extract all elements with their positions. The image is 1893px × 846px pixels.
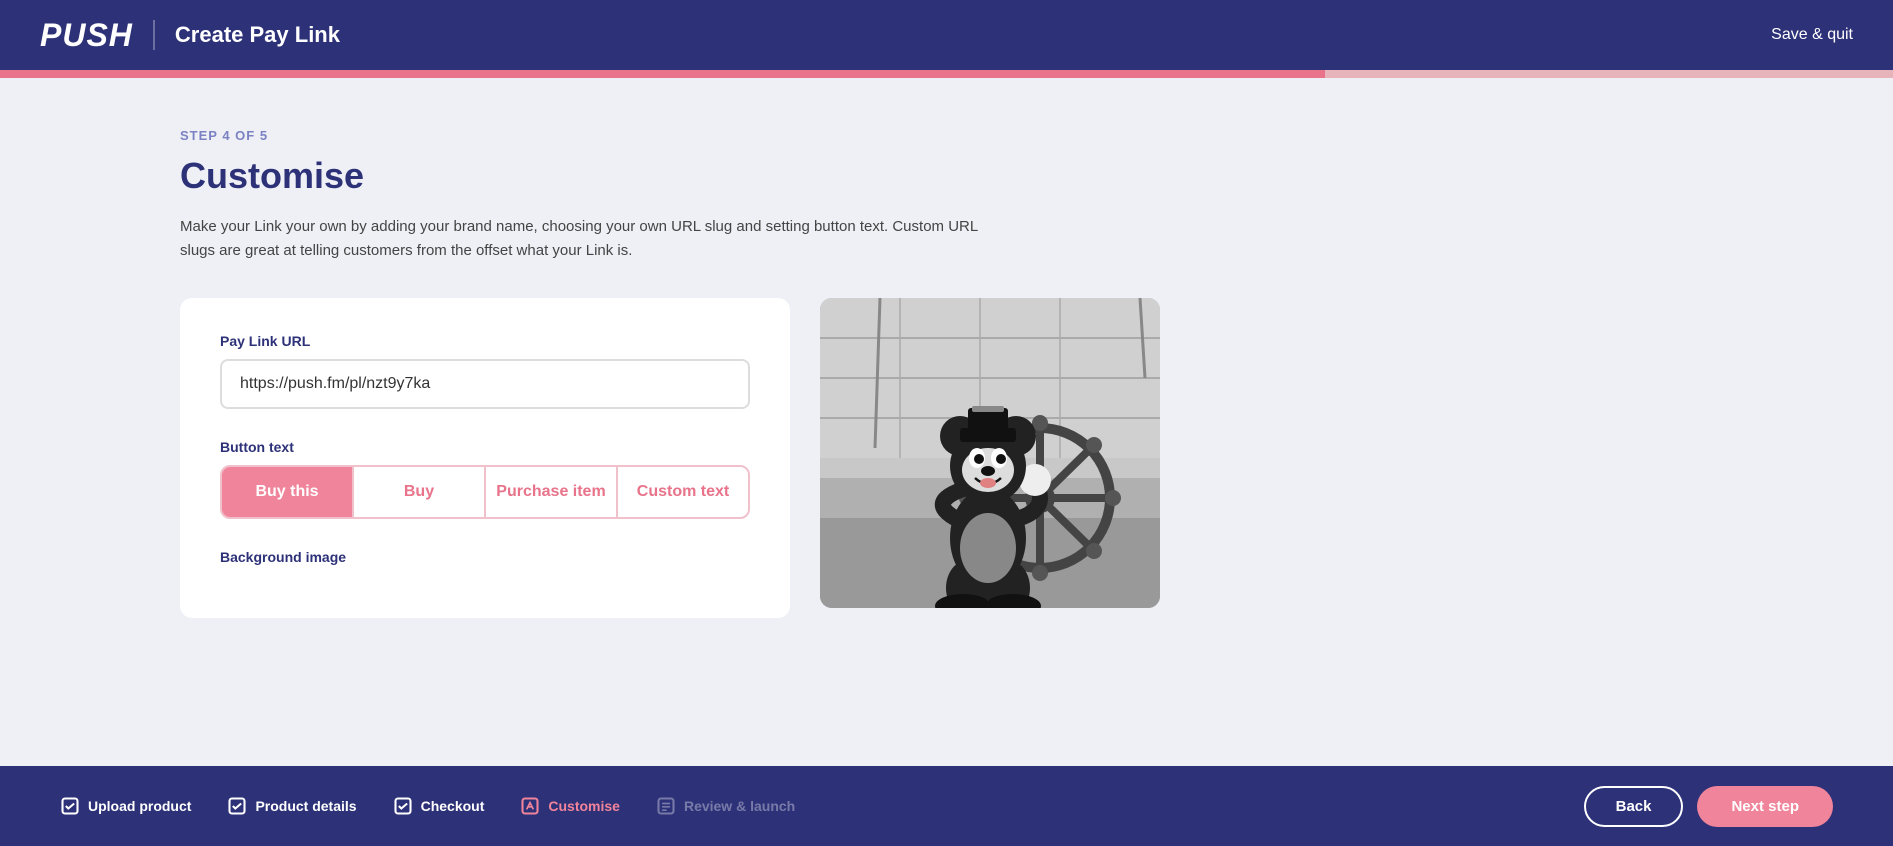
nav-step-customise-label: Customise [548, 798, 620, 814]
header: PUSH Create Pay Link Save & quit [0, 0, 1893, 70]
btn-option-buy-this[interactable]: Buy this [222, 467, 354, 517]
nav-step-upload-product-label: Upload product [88, 798, 191, 814]
preview-image-container [820, 298, 1160, 608]
btn-option-buy[interactable]: Buy [354, 467, 486, 517]
btn-option-purchase-item[interactable]: Purchase item [486, 467, 618, 517]
page-description: Make your Link your own by adding your b… [180, 215, 1000, 263]
pay-link-url-input[interactable] [220, 359, 750, 409]
check-icon-product [227, 796, 247, 816]
content-row: Pay Link URL Button text Buy this Buy Pu… [180, 298, 1160, 618]
check-icon-review [656, 796, 676, 816]
step-label: STEP 4 OF 5 [180, 128, 1160, 143]
header-title: Create Pay Link [175, 22, 340, 48]
url-field-label: Pay Link URL [220, 333, 750, 349]
back-button[interactable]: Back [1584, 786, 1684, 827]
progress-bar-container [0, 70, 1893, 78]
check-icon-checkout [393, 796, 413, 816]
nav-step-product-details[interactable]: Product details [227, 796, 356, 816]
button-text-options: Buy this Buy Purchase item Custom text [220, 465, 750, 519]
nav-step-customise[interactable]: Customise [520, 796, 620, 816]
save-quit-button[interactable]: Save & quit [1771, 26, 1853, 44]
check-icon-upload [60, 796, 80, 816]
next-step-button[interactable]: Next step [1697, 786, 1833, 827]
nav-step-checkout-label: Checkout [421, 798, 485, 814]
customise-card: Pay Link URL Button text Buy this Buy Pu… [180, 298, 790, 618]
button-text-label: Button text [220, 439, 750, 455]
nav-buttons: Back Next step [1584, 786, 1833, 827]
vintage-illustration [820, 298, 1160, 608]
page-heading: Customise [180, 155, 1160, 197]
nav-step-product-details-label: Product details [255, 798, 356, 814]
bottom-nav: Upload product Product details Checkout … [0, 766, 1893, 846]
check-icon-customise [520, 796, 540, 816]
logo: PUSH [40, 17, 133, 54]
bg-image-label: Background image [220, 549, 750, 565]
logo-divider [153, 20, 155, 50]
nav-step-checkout[interactable]: Checkout [393, 796, 485, 816]
nav-step-review-launch[interactable]: Review & launch [656, 796, 795, 816]
btn-option-custom-text[interactable]: Custom text [618, 467, 748, 517]
nav-step-upload-product[interactable]: Upload product [60, 796, 191, 816]
header-left: PUSH Create Pay Link [40, 17, 340, 54]
progress-bar-fill [0, 70, 1325, 78]
main-content: STEP 4 OF 5 Customise Make your Link you… [0, 78, 1200, 846]
nav-step-review-launch-label: Review & launch [684, 798, 795, 814]
nav-steps: Upload product Product details Checkout … [60, 796, 795, 816]
